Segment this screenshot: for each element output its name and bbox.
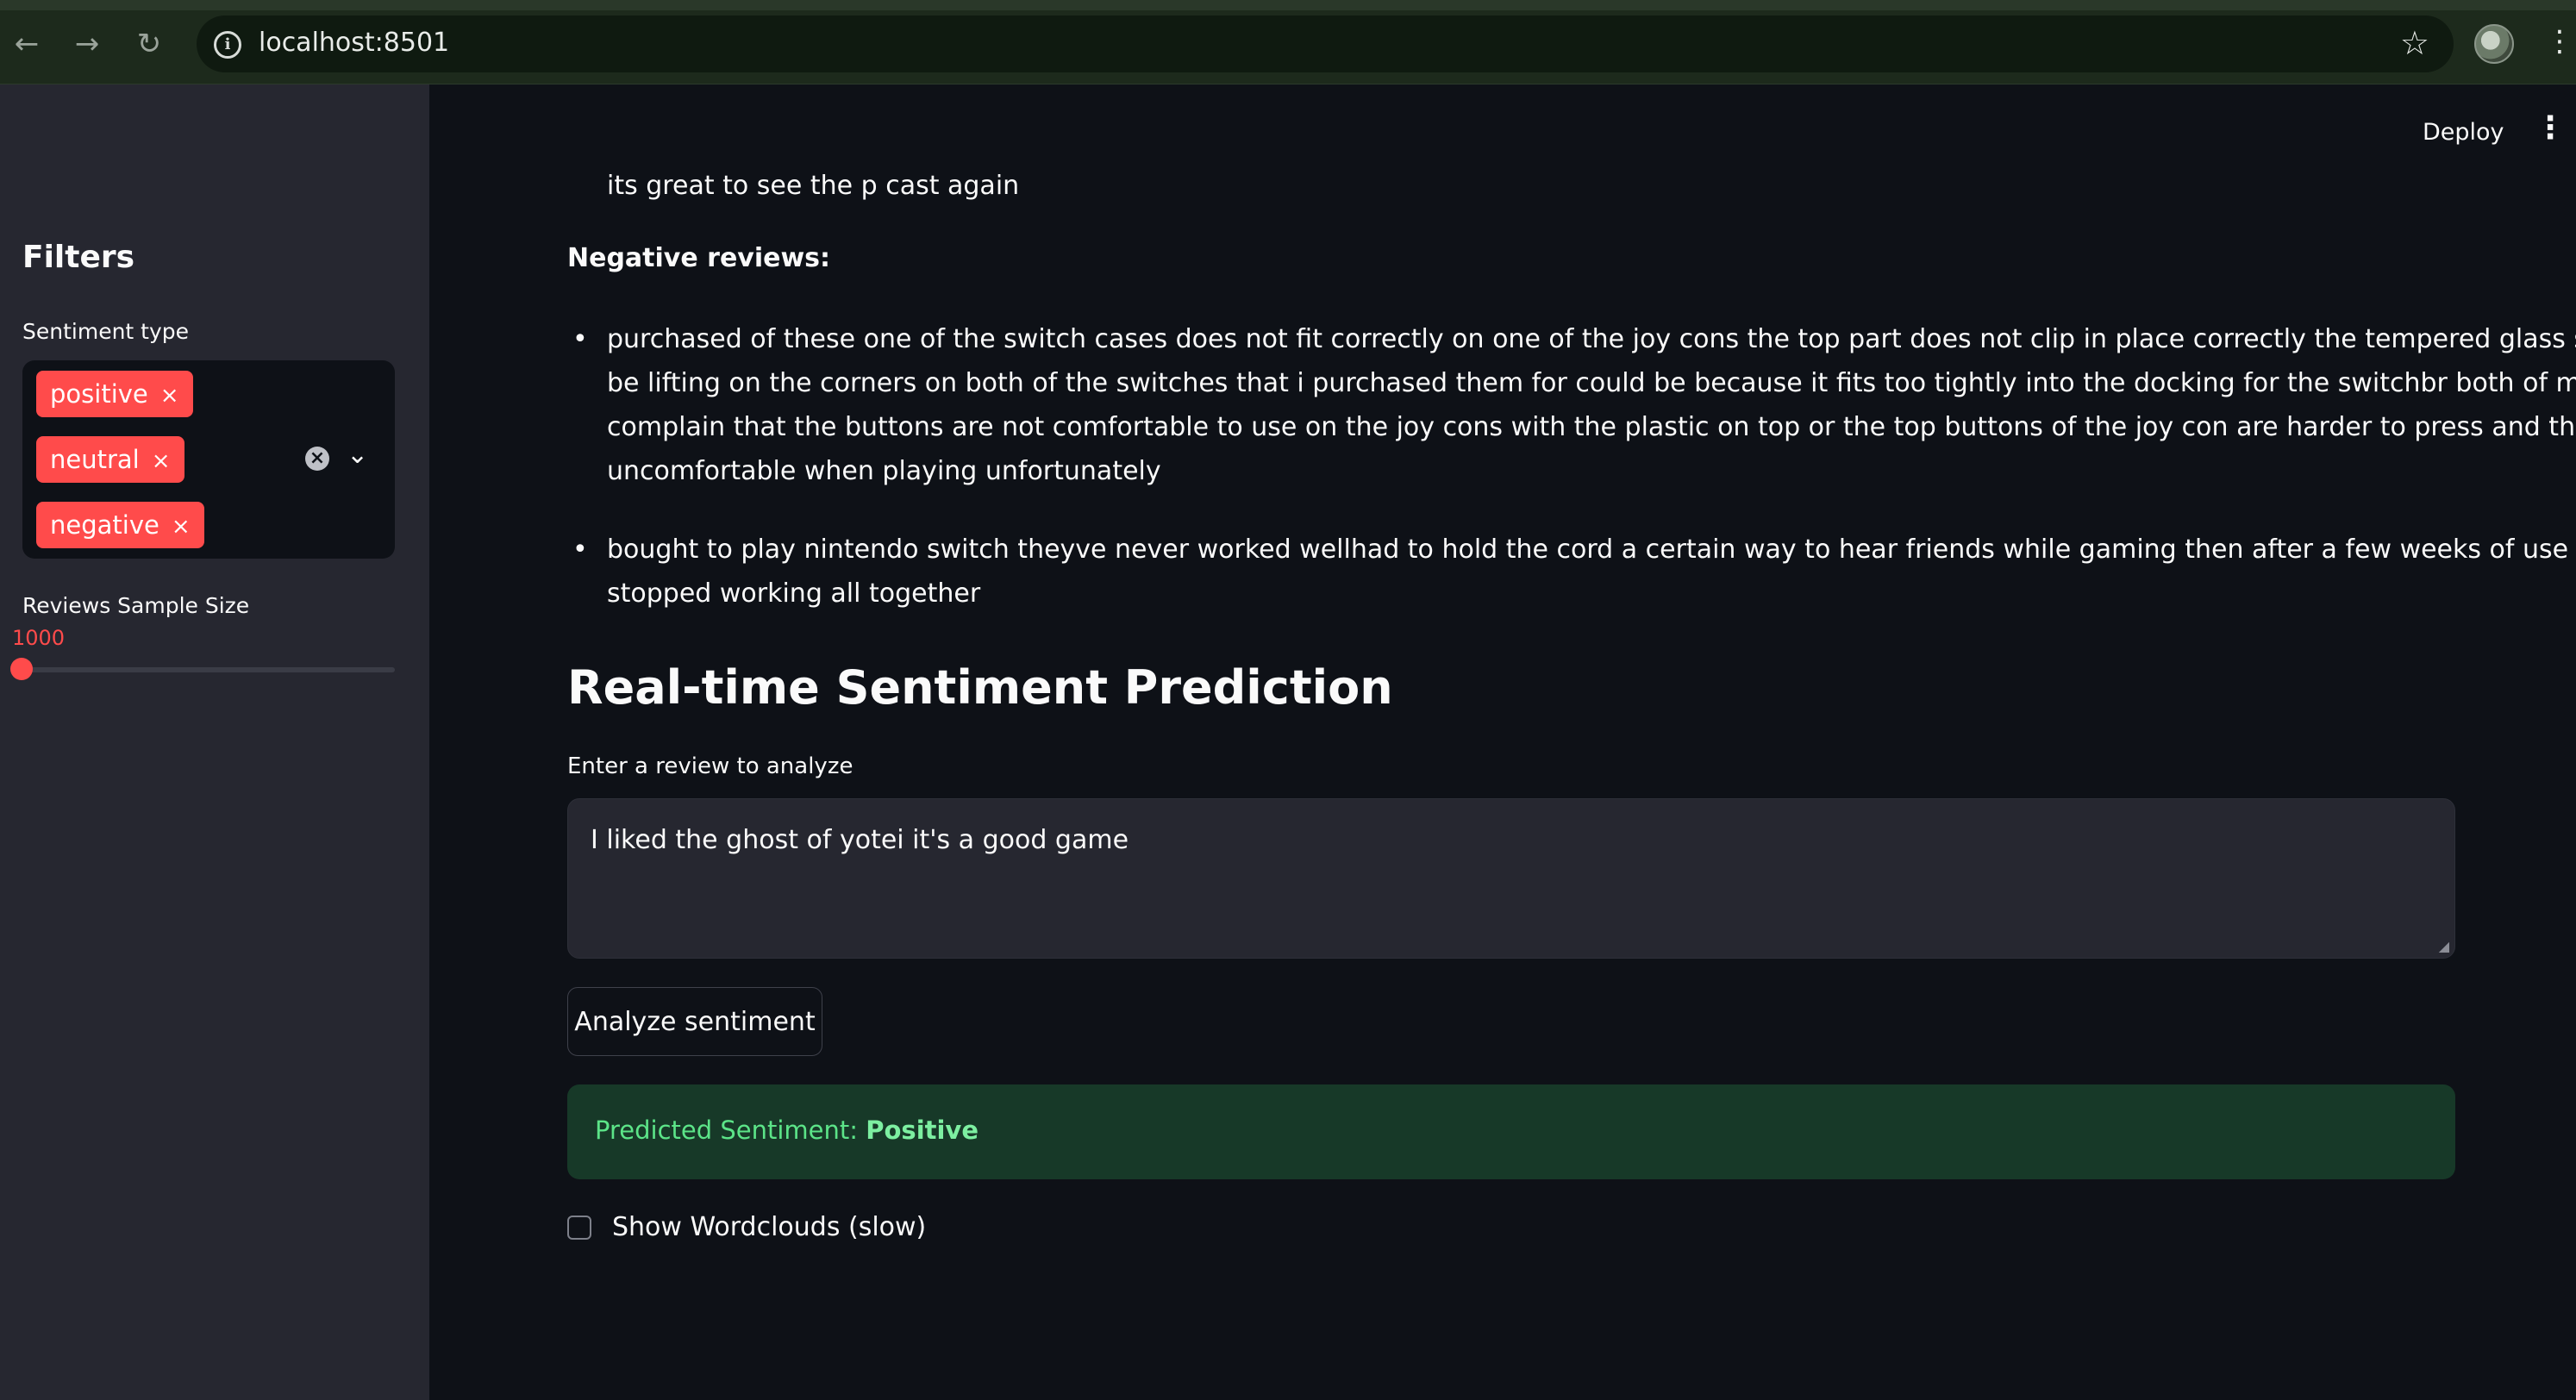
- tag-remove-icon[interactable]: ×: [160, 383, 179, 409]
- wordcloud-checkbox-label[interactable]: Show Wordclouds (slow): [612, 1212, 926, 1242]
- wordcloud-checkbox[interactable]: [567, 1216, 591, 1240]
- deploy-button[interactable]: Deploy: [2423, 119, 2504, 146]
- slider-value: 1000: [12, 626, 66, 650]
- positive-review-tail: its great to see the p cast again: [607, 171, 1020, 201]
- tag-positive[interactable]: positive ×: [36, 371, 193, 417]
- tag-label: positive: [50, 379, 148, 409]
- url-text[interactable]: localhost:8501: [259, 28, 449, 58]
- address-bar[interactable]: i localhost:8501 ☆: [197, 16, 2454, 72]
- tag-label: neutral: [50, 445, 140, 474]
- app-menu-icon[interactable]: ⋮: [2535, 110, 2566, 146]
- review-line: bought to play nintendo switch theyve ne…: [607, 534, 2576, 565]
- prediction-result-box: Predicted Sentiment: Positive: [567, 1084, 2455, 1179]
- chevron-down-icon[interactable]: ⌄: [347, 440, 368, 470]
- negative-review-item: • bought to play nintendo switch theyve …: [572, 528, 2576, 616]
- tag-remove-icon[interactable]: ×: [172, 514, 191, 540]
- analyze-sentiment-button[interactable]: Analyze sentiment: [567, 987, 822, 1056]
- sample-size-slider-thumb[interactable]: [10, 658, 33, 680]
- sentiment-multiselect[interactable]: positive × neutral × negative × × ⌄: [22, 360, 395, 559]
- sidebar-title: Filters: [22, 240, 135, 275]
- review-line: stopped working all together: [607, 578, 981, 609]
- resize-grip-icon[interactable]: ◢: [2439, 938, 2449, 954]
- bookmark-star-icon[interactable]: ☆: [2400, 24, 2429, 62]
- tag-neutral[interactable]: neutral ×: [36, 436, 184, 483]
- prediction-text: Predicted Sentiment: Positive: [595, 1116, 979, 1145]
- section-heading: Real-time Sentiment Prediction: [567, 660, 1393, 715]
- review-line: purchased of these one of the switch cas…: [607, 324, 2576, 354]
- site-info-icon[interactable]: i: [214, 31, 241, 59]
- negative-reviews-heading: Negative reviews:: [567, 243, 831, 273]
- prediction-value: Positive: [866, 1116, 979, 1145]
- forward-icon[interactable]: →: [69, 26, 105, 62]
- review-input-value[interactable]: I liked the ghost of yotei it's a good g…: [591, 825, 1129, 855]
- sample-size-slider-track[interactable]: [22, 667, 395, 672]
- sidebar: Filters Sentiment type positive × neutral…: [0, 84, 429, 1400]
- review-line: uncomfortable when playing unfortunately: [607, 456, 1161, 486]
- review-textarea[interactable]: I liked the ghost of yotei it's a good g…: [567, 798, 2455, 959]
- prediction-prefix: Predicted Sentiment:: [595, 1116, 866, 1145]
- tab-strip: [0, 0, 2576, 10]
- bullet-icon: •: [572, 324, 588, 354]
- sentiment-type-label: Sentiment type: [22, 319, 190, 344]
- negative-review-item: • purchased of these one of the switch c…: [572, 317, 2576, 493]
- profile-avatar[interactable]: [2474, 24, 2514, 64]
- main-content: Deploy ⋮ its great to see the p cast aga…: [429, 84, 2576, 1400]
- reload-icon[interactable]: ↻: [131, 26, 167, 62]
- review-input-label: Enter a review to analyze: [567, 753, 853, 779]
- tag-remove-icon[interactable]: ×: [152, 448, 171, 474]
- review-line: complain that the buttons are not comfor…: [607, 412, 2576, 442]
- clear-all-icon[interactable]: ×: [305, 447, 329, 471]
- browser-menu-icon[interactable]: ⋮: [2545, 21, 2574, 62]
- tag-negative[interactable]: negative ×: [36, 502, 204, 548]
- bullet-icon: •: [572, 534, 588, 565]
- browser-toolbar: ← → ↻ i localhost:8501 ☆ ⋮: [0, 0, 2576, 84]
- tag-label: negative: [50, 510, 159, 540]
- review-line: be lifting on the corners on both of the…: [607, 368, 2576, 398]
- back-icon[interactable]: ←: [9, 26, 45, 62]
- sample-size-label: Reviews Sample Size: [22, 593, 250, 618]
